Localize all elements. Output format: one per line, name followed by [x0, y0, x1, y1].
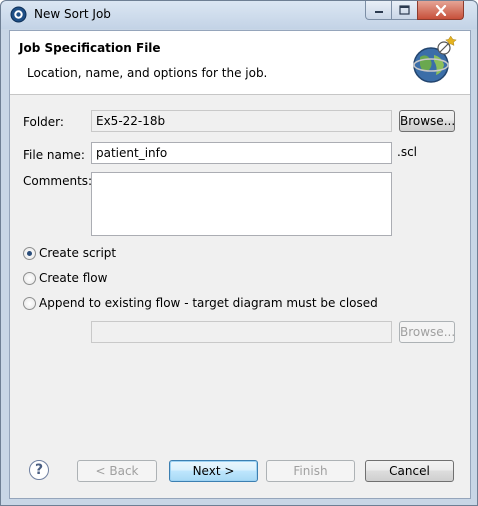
close-icon: [435, 4, 446, 16]
close-button[interactable]: [417, 1, 464, 20]
next-button[interactable]: Next >: [169, 460, 258, 482]
folder-browse-button[interactable]: Browse...: [399, 110, 455, 132]
dialog-client-area: Job Specification File Location, name, a…: [9, 30, 471, 499]
wizard-globe-icon: [413, 35, 457, 83]
maximize-icon: [399, 5, 410, 15]
window-title: New Sort Job: [34, 7, 111, 21]
file-name-input[interactable]: patient_info: [91, 142, 392, 164]
maximize-button[interactable]: [391, 1, 418, 20]
back-button: < Back: [77, 460, 157, 482]
folder-label: Folder:: [23, 115, 64, 129]
dialog-window: New Sort Job Job Specification File Loca…: [0, 0, 478, 506]
create-flow-radio[interactable]: [23, 272, 36, 285]
finish-button: Finish: [266, 460, 355, 482]
folder-field[interactable]: Ex5-22-18b: [91, 110, 392, 132]
comments-label: Comments:: [23, 174, 93, 188]
append-flow-label[interactable]: Append to existing flow - target diagram…: [39, 296, 378, 310]
help-button[interactable]: ?: [29, 460, 49, 480]
create-script-label[interactable]: Create script: [39, 246, 116, 260]
file-extension-label: .scl: [397, 145, 417, 159]
wizard-header: Job Specification File Location, name, a…: [10, 31, 470, 95]
file-name-label: File name:: [23, 148, 85, 162]
minimize-icon: [374, 11, 383, 13]
flow-browse-button: Browse...: [399, 321, 455, 343]
app-icon: [10, 6, 27, 23]
existing-flow-field: [91, 321, 392, 343]
title-bar[interactable]: New Sort Job: [1, 1, 477, 29]
cancel-button[interactable]: Cancel: [365, 460, 454, 482]
create-flow-label[interactable]: Create flow: [39, 271, 107, 285]
minimize-button[interactable]: [365, 1, 392, 20]
append-flow-radio[interactable]: [23, 297, 36, 310]
page-title: Job Specification File: [19, 41, 161, 55]
create-script-radio[interactable]: [23, 247, 36, 260]
comments-textarea[interactable]: [91, 172, 392, 236]
page-description: Location, name, and options for the job.: [27, 66, 268, 80]
